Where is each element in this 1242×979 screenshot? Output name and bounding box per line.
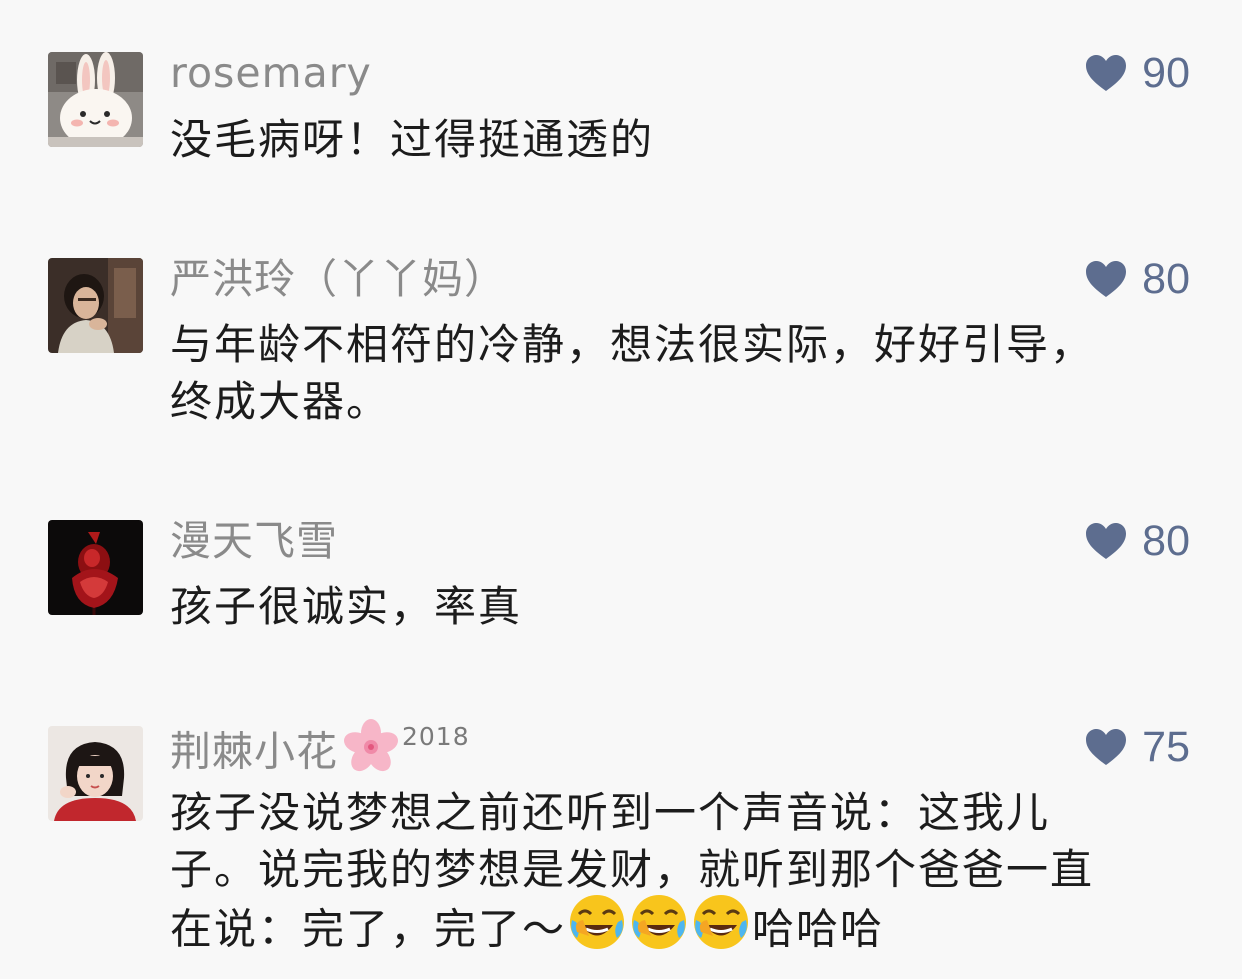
comment-text: 没毛病呀！过得挺通透的 — [170, 115, 655, 164]
username[interactable]: 漫天飞雪 — [170, 516, 338, 566]
username[interactable]: 荆棘小花 2018 — [170, 719, 470, 787]
badge: 2018 — [402, 722, 470, 751]
comment-text: 与年龄不相符的冷静，想法很实际，好好引导， 终成大器。 — [170, 320, 1095, 426]
heart-icon — [1086, 261, 1127, 297]
heart-icon — [1086, 55, 1127, 91]
username[interactable]: 严洪玲（丫丫妈） — [170, 254, 506, 304]
username[interactable]: rosemary — [170, 48, 372, 98]
laughing-crying-emoji-icon — [629, 892, 689, 966]
heart-icon — [1086, 523, 1127, 559]
like-count: 90 — [1142, 48, 1190, 97]
heart-icon — [1086, 729, 1127, 765]
comment-text: 孩子没说梦想之前还听到一个声音说：这我儿 子。说完我的梦想是发财，就听到那个爸爸… — [170, 784, 1180, 966]
comment-list: rosemary 90 没毛病呀！过得挺通透的 严洪玲（丫丫妈） 80 与年龄不… — [0, 0, 1242, 979]
avatar[interactable] — [48, 258, 143, 353]
cherry-blossom-icon — [342, 718, 400, 787]
like-count: 80 — [1142, 254, 1190, 303]
like-count: 75 — [1142, 722, 1190, 771]
laughing-crying-emoji-icon — [691, 892, 751, 966]
like-button[interactable]: 75 — [1084, 722, 1190, 772]
like-button[interactable]: 80 — [1084, 516, 1190, 566]
avatar[interactable] — [48, 52, 143, 147]
comment-text: 孩子很诚实，率真 — [170, 582, 523, 631]
avatar[interactable] — [48, 726, 143, 821]
laughing-crying-emoji-icon — [567, 892, 627, 966]
like-count: 80 — [1142, 516, 1190, 565]
avatar[interactable] — [48, 520, 143, 615]
like-button[interactable]: 80 — [1084, 254, 1190, 304]
like-button[interactable]: 90 — [1084, 48, 1190, 98]
